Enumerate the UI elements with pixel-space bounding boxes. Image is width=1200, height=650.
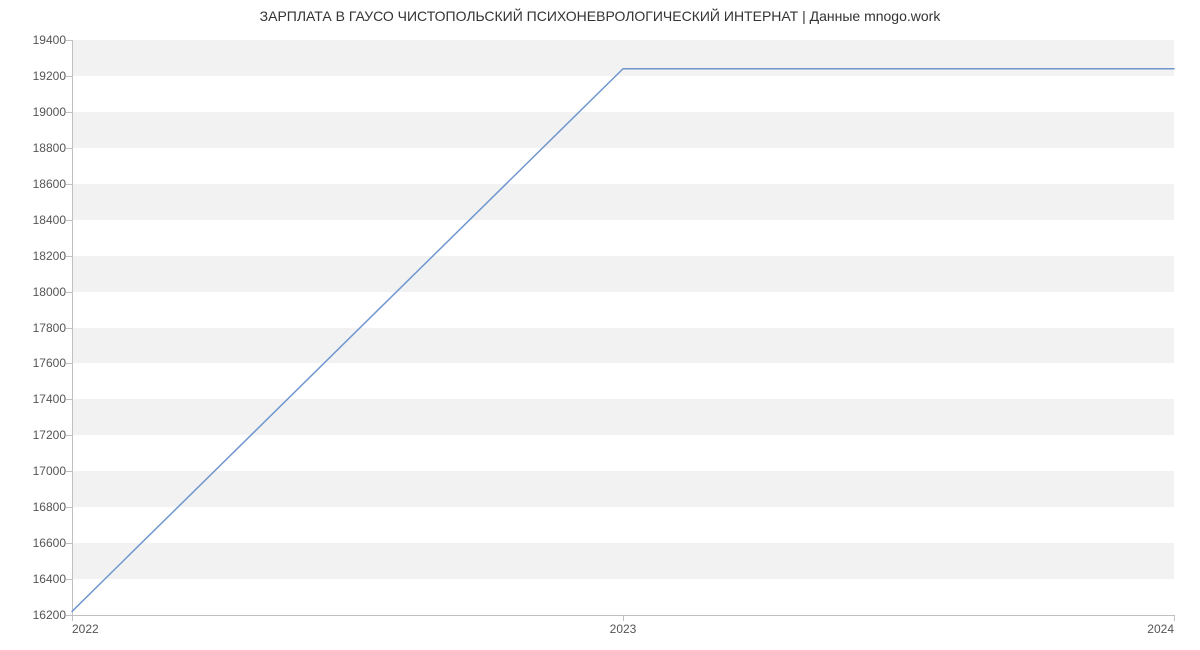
- y-tick-label: 17000: [33, 464, 66, 478]
- x-tick-label: 2024: [1147, 622, 1174, 636]
- y-tick: [66, 256, 72, 257]
- y-tick: [66, 399, 72, 400]
- chart-title: ЗАРПЛАТА В ГАУСО ЧИСТОПОЛЬСКИЙ ПСИХОНЕВР…: [0, 8, 1200, 24]
- x-tick: [72, 615, 73, 621]
- y-tick-label: 16400: [33, 572, 66, 586]
- y-tick-label: 19400: [33, 33, 66, 47]
- y-tick-label: 16600: [33, 536, 66, 550]
- y-tick: [66, 579, 72, 580]
- x-tick: [1174, 615, 1175, 621]
- y-tick: [66, 507, 72, 508]
- y-tick-label: 18600: [33, 177, 66, 191]
- x-tick: [623, 615, 624, 621]
- series-line: [72, 69, 1174, 612]
- y-tick-label: 16800: [33, 500, 66, 514]
- y-tick-label: 17800: [33, 321, 66, 335]
- y-tick: [66, 184, 72, 185]
- y-tick-label: 17400: [33, 392, 66, 406]
- x-tick-label: 2022: [72, 622, 99, 636]
- y-tick: [66, 40, 72, 41]
- y-tick-label: 19200: [33, 69, 66, 83]
- y-tick-label: 18800: [33, 141, 66, 155]
- y-tick: [66, 292, 72, 293]
- y-tick: [66, 543, 72, 544]
- x-tick-label: 2023: [610, 622, 637, 636]
- y-tick: [66, 435, 72, 436]
- y-tick-label: 18200: [33, 249, 66, 263]
- y-tick: [66, 328, 72, 329]
- y-tick-label: 17600: [33, 356, 66, 370]
- y-tick-label: 17200: [33, 428, 66, 442]
- y-tick-label: 19000: [33, 105, 66, 119]
- y-tick-label: 16200: [33, 608, 66, 622]
- y-tick: [66, 220, 72, 221]
- chart-container: ЗАРПЛАТА В ГАУСО ЧИСТОПОЛЬСКИЙ ПСИХОНЕВР…: [0, 0, 1200, 650]
- y-tick-label: 18400: [33, 213, 66, 227]
- y-tick: [66, 76, 72, 77]
- line-layer: [72, 40, 1174, 615]
- y-tick: [66, 112, 72, 113]
- y-tick-label: 18000: [33, 285, 66, 299]
- y-tick: [66, 471, 72, 472]
- y-tick: [66, 363, 72, 364]
- y-tick: [66, 148, 72, 149]
